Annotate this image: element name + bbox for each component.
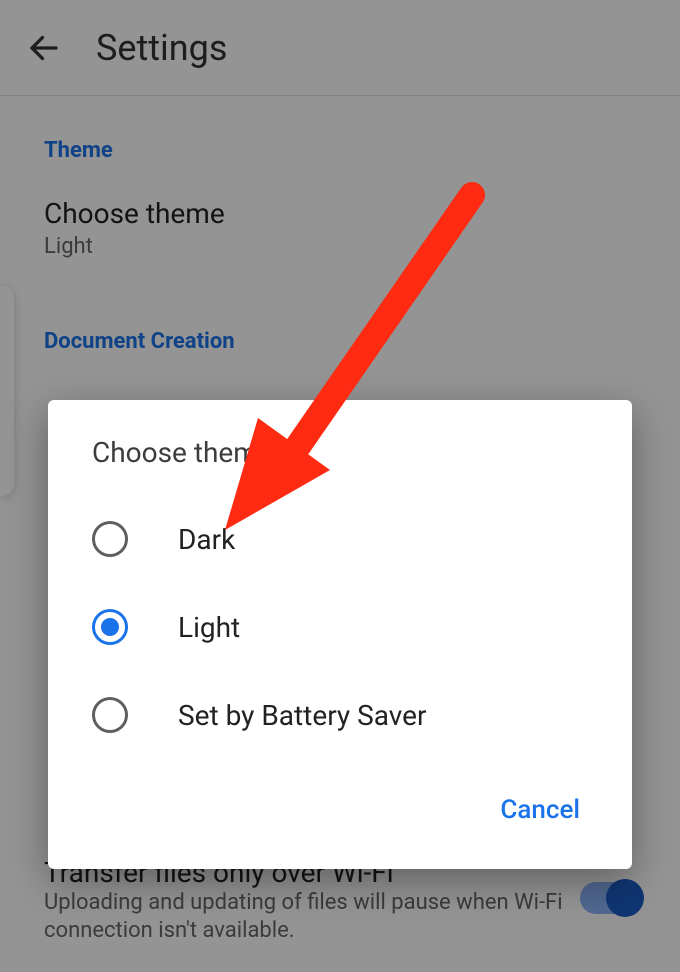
- choose-theme-dialog: Choose theme Dark Light Set by Battery S…: [48, 400, 632, 869]
- radio-icon: [92, 697, 128, 733]
- theme-option-label: Set by Battery Saver: [178, 699, 427, 732]
- theme-option-dark[interactable]: Dark: [48, 495, 632, 583]
- dialog-options-list: Dark Light Set by Battery Saver: [48, 487, 632, 759]
- theme-option-label: Dark: [178, 523, 235, 556]
- theme-option-light[interactable]: Light: [48, 583, 632, 671]
- radio-icon: [92, 609, 128, 645]
- cancel-button[interactable]: Cancel: [484, 785, 596, 835]
- theme-option-battery-saver[interactable]: Set by Battery Saver: [48, 671, 632, 759]
- theme-option-label: Light: [178, 611, 240, 644]
- dialog-actions: Cancel: [48, 759, 632, 855]
- dialog-title: Choose theme: [48, 436, 632, 487]
- radio-icon: [92, 521, 128, 557]
